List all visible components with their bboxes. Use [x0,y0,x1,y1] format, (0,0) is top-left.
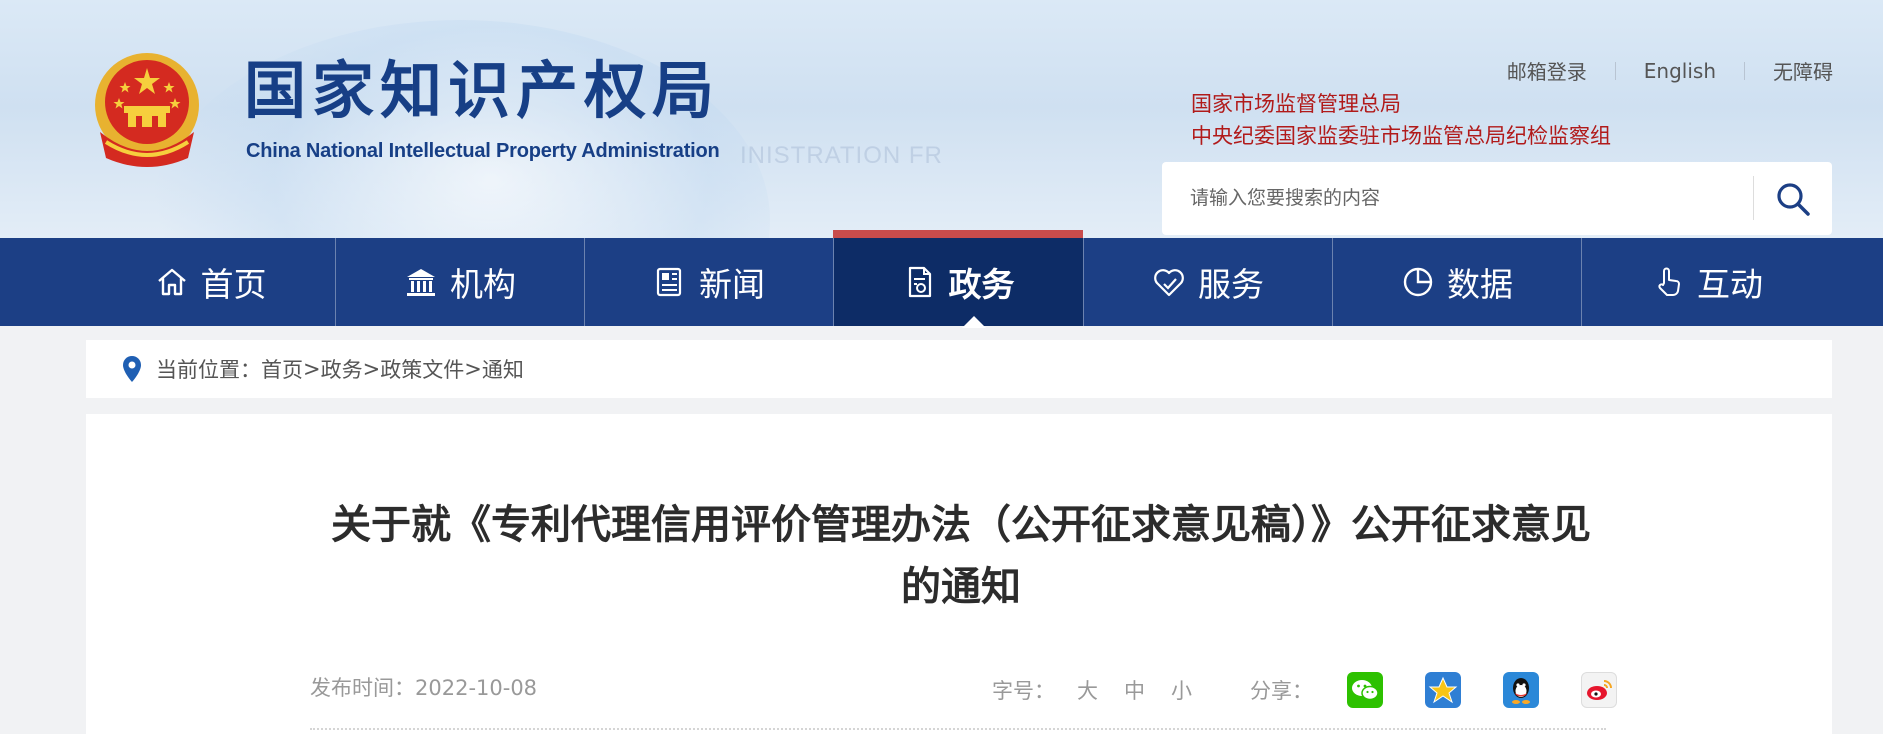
nav-item-service[interactable]: 服务 [1084,238,1332,326]
hand-pointer-icon [1658,267,1680,296]
breadcrumb-government-affairs[interactable]: 政务 [321,354,363,384]
nav-item-label: 互动 [1697,265,1763,304]
institution-icon [407,269,435,296]
breadcrumb-policy-documents[interactable]: 政策文件 [380,354,464,384]
document-icon [908,266,931,298]
wechat-icon[interactable] [1347,672,1383,708]
national-emblem-icon [95,53,199,167]
weibo-icon[interactable] [1581,672,1617,708]
nav-item-label: 机构 [450,265,516,304]
nav-item-label: 政务 [948,265,1015,304]
divider-line [310,728,1606,730]
breadcrumb-label: 当前位置： [156,358,261,382]
breadcrumb-separator: > [362,357,381,381]
active-tab-caret [962,316,986,328]
publish-label: 发布时间： [310,676,415,700]
qq-icon[interactable] [1503,672,1539,708]
font-size-label: 字号： [992,679,1055,703]
nav-item-institution[interactable]: 机构 [336,238,584,326]
breadcrumb-home[interactable]: 首页 [261,354,303,384]
divider [1744,61,1745,80]
service-icon [1154,269,1184,297]
article-tools: 字号： 大 中 小 分享： [992,672,1659,708]
publish-date: 2022-10-08 [415,676,538,700]
org-links: 国家市场监督管理总局 中央纪委国家监委驻市场监管总局纪检监察组 [1191,88,1611,152]
breadcrumb: 当前位置： 首页 > 政务 > 政策文件 > 通知 [86,340,1832,398]
share-label: 分享： [1250,679,1313,703]
pie-chart-icon [1403,267,1433,297]
home-icon [157,268,186,296]
nav-item-government-affairs[interactable]: 政务 [834,238,1083,326]
nav-item-news[interactable]: 新闻 [585,238,833,326]
nav-item-label: 服务 [1198,265,1264,304]
active-tab-indicator [833,230,1083,238]
discipline-inspection-link[interactable]: 中央纪委国家监委驻市场监管总局纪检监察组 [1191,120,1611,152]
search-input[interactable] [1190,180,1810,216]
nav-item-interaction[interactable]: 互动 [1582,238,1832,326]
main-nav: 首页 机构 新闻 政务 服务 数据 互动 [0,230,1883,328]
globe-background [150,20,770,238]
qzone-icon[interactable] [1425,672,1461,708]
site-logo-english[interactable]: China National Intellectual Property Adm… [246,140,720,163]
article-title: 关于就《专利代理信用评价管理办法（公开征求意见稿）》公开征求意见的通知 [331,502,1591,610]
breadcrumb-separator: > [464,357,482,381]
font-size-large-button[interactable]: 大 [1077,675,1098,705]
publish-info: 发布时间：2022-10-08 [310,672,537,702]
top-links: 邮箱登录 English 无障碍 [1507,56,1833,85]
site-header: INISTRATION FR 国家知识产权局 China National In… [0,0,1883,238]
article-container: 关于就《专利代理信用评价管理办法（公开征求意见稿）》公开征求意见的通知 发布时间… [86,414,1832,734]
font-size-medium-button[interactable]: 中 [1124,675,1145,705]
news-icon [656,267,682,297]
nav-item-data[interactable]: 数据 [1333,238,1581,326]
search-icon[interactable] [1774,180,1812,218]
location-pin-icon [123,356,141,382]
accessibility-link[interactable]: 无障碍 [1773,56,1833,85]
font-size-small-button[interactable]: 小 [1171,675,1192,705]
search-box [1162,162,1832,235]
nav-item-home[interactable]: 首页 [86,238,335,326]
search-divider [1753,176,1754,220]
nav-item-label: 首页 [200,265,267,304]
breadcrumb-notice[interactable]: 通知 [482,354,524,384]
nav-item-label: 数据 [1447,265,1513,304]
divider [1614,61,1616,80]
nav-item-label: 新闻 [699,265,765,304]
english-link[interactable]: English [1644,59,1716,83]
mail-login-link[interactable]: 邮箱登录 [1507,56,1587,85]
samr-link[interactable]: 国家市场监督管理总局 [1191,88,1611,120]
breadcrumb-separator: > [303,357,321,381]
site-logo-chinese[interactable]: 国家知识产权局 [244,60,720,122]
background-watermark-text: INISTRATION FR [740,142,943,169]
